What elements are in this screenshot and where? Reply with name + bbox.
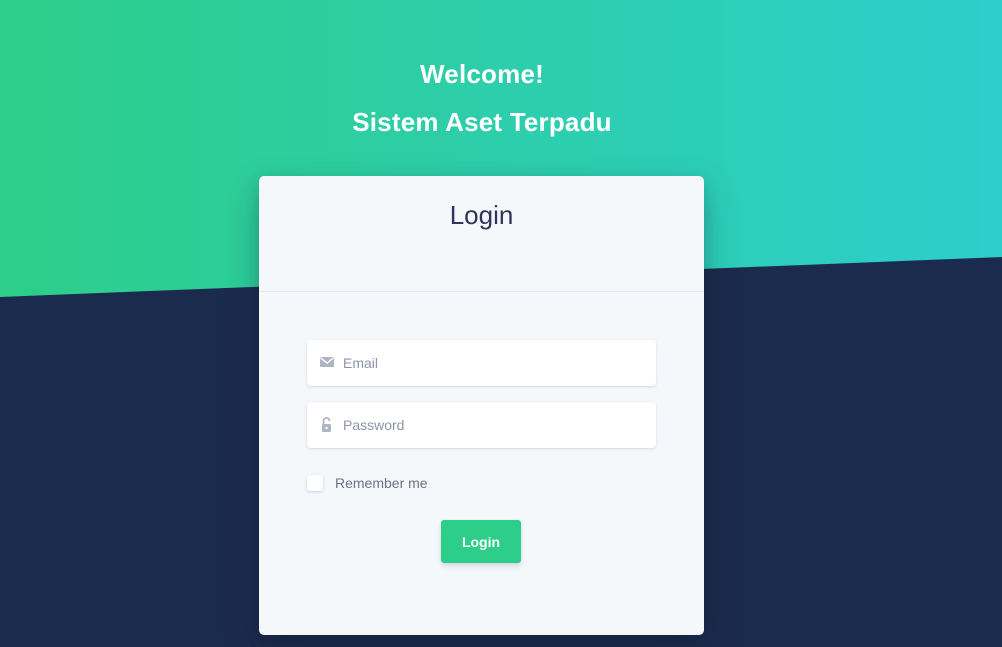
email-field[interactable] xyxy=(307,340,656,386)
email-input[interactable] xyxy=(343,340,643,386)
welcome-heading: Welcome! xyxy=(420,59,544,89)
remember-me-checkbox[interactable] xyxy=(307,475,323,491)
login-title: Login xyxy=(449,200,514,230)
envelope-icon xyxy=(319,354,335,372)
password-input[interactable] xyxy=(343,402,643,448)
unlock-icon xyxy=(319,416,335,434)
login-button[interactable]: Login xyxy=(441,520,521,563)
password-field[interactable] xyxy=(307,402,656,448)
app-title: Sistem Aset Terpadu xyxy=(352,107,612,137)
login-card: Login Remember me xyxy=(259,176,704,635)
login-page: Welcome! Sistem Aset Terpadu Login Email… xyxy=(0,0,1002,647)
login-card-header: Login xyxy=(259,176,704,292)
remember-me-label[interactable]: Remember me xyxy=(335,475,428,491)
